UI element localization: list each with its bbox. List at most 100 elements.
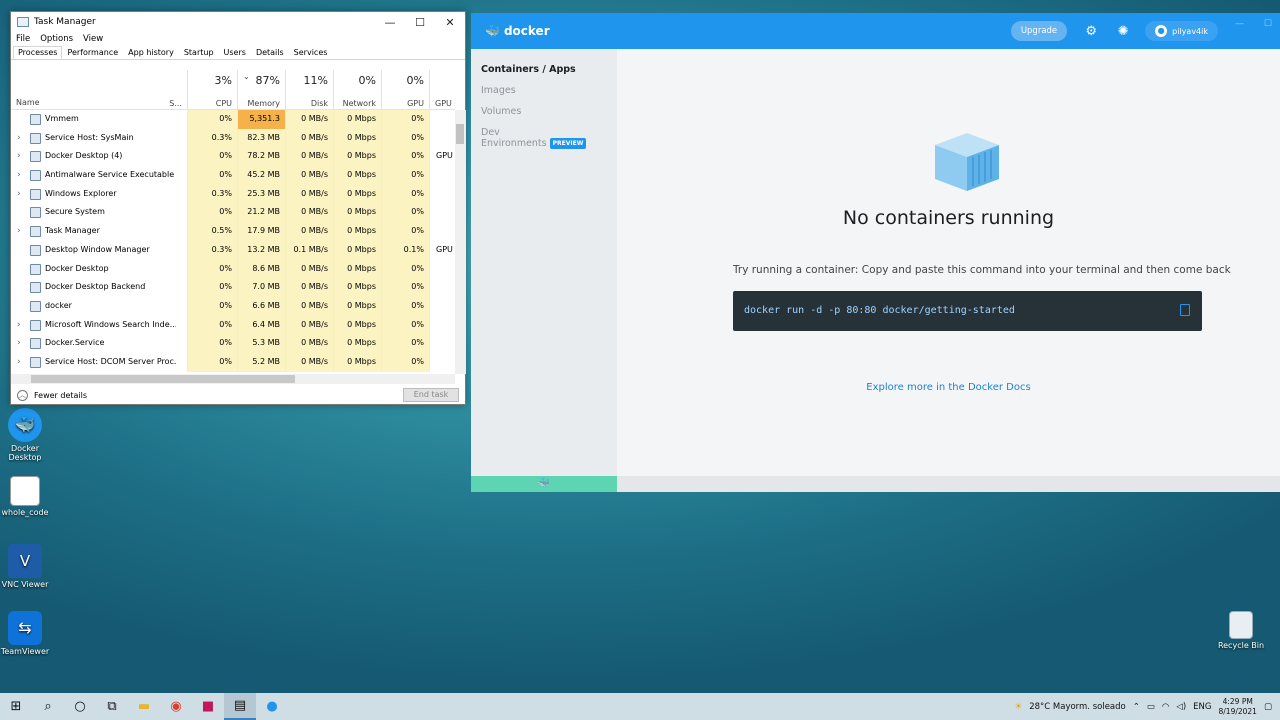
- memory-cell: 45.2 MB: [237, 166, 285, 185]
- gpu-cell: 0%: [381, 128, 429, 148]
- nav-containers-apps[interactable]: Containers / Apps: [471, 59, 617, 80]
- tab-services[interactable]: Services: [289, 46, 333, 59]
- memory-cell: 5.2 MB: [237, 352, 285, 372]
- file-explorer-icon[interactable]: ▬: [128, 693, 160, 720]
- disk-cell: 0 MB/s: [285, 334, 333, 353]
- desktop-icon-whole-code[interactable]: whole_code: [0, 476, 55, 517]
- docker-taskbar-icon[interactable]: ●: [256, 693, 288, 720]
- network-icon[interactable]: ◠: [1162, 702, 1169, 712]
- user-menu[interactable]: ● pilyav4ik: [1145, 21, 1218, 41]
- username: pilyav4ik: [1172, 26, 1208, 36]
- horizontal-scrollbar[interactable]: [11, 374, 455, 384]
- column-network[interactable]: 0% Network: [333, 70, 381, 110]
- tab-performance[interactable]: Performance: [62, 46, 123, 59]
- column-name[interactable]: Name: [16, 98, 40, 107]
- sort-chevron-icon: ⌄: [243, 72, 250, 81]
- docs-link[interactable]: Explore more in the Docker Docs: [617, 382, 1280, 393]
- tab-details[interactable]: Details: [251, 46, 289, 59]
- table-row[interactable]: › Antimalware Service Executable 0% 45.2 MB…: [11, 166, 455, 185]
- table-row[interactable]: › Microsoft Windows Search Inde... 0% 6.4 M…: [11, 315, 455, 335]
- table-row[interactable]: Vmmem0%5,351.3 MB0 MB/s0 Mbps0%: [11, 110, 455, 142]
- nav-images[interactable]: Images: [471, 80, 617, 101]
- windows-start-icon[interactable]: ⊞: [0, 693, 32, 720]
- nav-dev-environments[interactable]: Dev Environments PREVIEW: [471, 122, 617, 154]
- table-row[interactable]: Secure System 0% 21.2 MB 0 MB/s 0 Mbps 0%: [11, 203, 455, 223]
- table-row[interactable]: docker 0% 6.6 MB 0 MB/s 0 Mbps 0%: [11, 296, 455, 316]
- menu-file[interactable]: File: [16, 34, 30, 44]
- menu-view[interactable]: View: [83, 34, 103, 44]
- notifications-icon[interactable]: ▢: [1264, 702, 1272, 712]
- table-row[interactable]: Desktop Window Manager 0.3% 13.2 MB 0.1 MB/…: [11, 240, 455, 260]
- table-row[interactable]: › Service Host: DCOM Server Proc... 0% 5.2 …: [11, 352, 455, 372]
- empty-state-title: No containers running: [842, 207, 1055, 229]
- taskbar: ⊞ ⌕ ○ ⧉ ▬ ◉ ■ ▤ ● ☀ 28°C Mayorm. soleado…: [0, 693, 1280, 720]
- chevron-up-icon[interactable]: ⌃: [1133, 702, 1140, 712]
- table-row[interactable]: › Docker.Service 0% 5.3 MB 0 MB/s 0 Mbps 0%: [11, 334, 455, 353]
- vertical-scrollbar[interactable]: [455, 110, 466, 374]
- language-indicator[interactable]: ENG: [1193, 702, 1211, 712]
- task-manager-footer: ︿ Fewer details End task: [11, 384, 465, 406]
- docker-horizontal-scrollbar[interactable]: [617, 476, 1280, 492]
- containers-empty-state: No containers running Try running a cont…: [617, 49, 1280, 476]
- chevron-up-icon[interactable]: ︿: [17, 389, 28, 401]
- table-row[interactable]: › Service Host: SysMain 0.3% 82.3 MB 0 MB/s 0…: [11, 128, 455, 148]
- fewer-details-link[interactable]: Fewer details: [34, 391, 87, 400]
- table-row[interactable]: › Docker Desktop (4) 0% 78.2 MB 0 MB/s 0 Mbps…: [11, 147, 455, 167]
- search-icon[interactable]: ⌕: [32, 693, 64, 720]
- battery-icon[interactable]: ▭: [1147, 702, 1155, 712]
- end-task-button[interactable]: End task: [403, 388, 459, 402]
- tab-app-history[interactable]: App history: [123, 46, 179, 59]
- memory-cell: 13.2 MB: [237, 240, 285, 260]
- desktop-icon-label: Docker Desktop: [8, 444, 42, 462]
- nav-volumes[interactable]: Volumes: [471, 101, 617, 122]
- column-cpu[interactable]: 3% CPU: [187, 70, 237, 110]
- task-view-icon[interactable]: ⧉: [96, 693, 128, 720]
- upgrade-button[interactable]: Upgrade: [1010, 21, 1068, 41]
- close-button[interactable]: ✕: [435, 16, 465, 29]
- maximize-button[interactable]: ☐: [405, 16, 435, 29]
- chrome-icon[interactable]: ◉: [160, 693, 192, 720]
- bug-icon[interactable]: ✺: [1115, 23, 1131, 39]
- table-row[interactable]: › Task Manager 0.5% 17.9 MB 0 MB/s 0 Mbps 0%: [11, 222, 455, 241]
- desktop-icon-vnc[interactable]: V VNC Viewer: [0, 544, 55, 589]
- minimize-button[interactable]: —: [375, 16, 405, 29]
- menu-options[interactable]: Options: [40, 34, 73, 44]
- process-name: Docker Desktop: [45, 263, 109, 273]
- column-memory[interactable]: ⌄ 87% Memory: [237, 70, 285, 110]
- cpu-cell: 0%: [187, 315, 237, 335]
- process-name: Windows Explorer: [45, 188, 117, 198]
- desktop-icon-recycle-bin[interactable]: Recycle Bin: [1211, 611, 1271, 650]
- maximize-button[interactable]: ☐: [1264, 19, 1272, 29]
- docker-status-bar[interactable]: 🐳: [471, 476, 617, 492]
- tab-users[interactable]: Users: [219, 46, 251, 59]
- weather-text[interactable]: 28°C Mayorm. soleado: [1029, 702, 1126, 712]
- table-row[interactable]: Docker Desktop 0% 8.6 MB 0 MB/s 0 Mbps 0%: [11, 259, 455, 279]
- gpu-cell: 0%: [381, 147, 429, 167]
- intellij-icon[interactable]: ■: [192, 693, 224, 720]
- network-cell: 0 Mbps: [333, 222, 381, 241]
- column-gpu-engine[interactable]: GPU eng: [429, 70, 455, 110]
- scrollbar-thumb[interactable]: [456, 124, 464, 144]
- clock-date: 8/19/2021: [1218, 706, 1257, 716]
- tab-processes[interactable]: Processes: [13, 46, 63, 59]
- table-row[interactable]: › Windows Explorer 0.3% 25.3 MB 0 MB/s 0 Mbps…: [11, 184, 455, 204]
- column-status[interactable]: S...: [169, 70, 187, 110]
- gpu-engine-cell: [429, 352, 455, 372]
- column-disk[interactable]: 11% Disk: [285, 70, 333, 110]
- cortana-icon[interactable]: ○: [64, 693, 96, 720]
- task-manager-taskbar-icon[interactable]: ▤: [224, 693, 256, 720]
- column-gpu[interactable]: 0% GPU: [381, 70, 429, 110]
- tab-startup[interactable]: Startup: [179, 46, 219, 59]
- volume-icon[interactable]: ◁): [1176, 702, 1186, 712]
- desktop-icon-docker[interactable]: 🐳 Docker Desktop: [0, 408, 55, 462]
- command-box[interactable]: docker run -d -p 80:80 docker/getting-st…: [733, 291, 1202, 331]
- docker-desktop-icon: 🐳: [8, 408, 42, 442]
- desktop-icon-teamviewer[interactable]: ⇆ TeamViewer: [0, 611, 55, 656]
- scrollbar-thumb[interactable]: [31, 375, 295, 383]
- memory-cell: 5,351.3 MB: [237, 110, 285, 142]
- minimize-button[interactable]: —: [1235, 19, 1244, 29]
- copy-icon[interactable]: [1180, 304, 1190, 316]
- clock[interactable]: 4:29 PM 8/19/2021: [1219, 697, 1257, 717]
- gear-icon[interactable]: ⚙: [1083, 23, 1099, 39]
- table-row[interactable]: Docker Desktop Backend 0% 7.0 MB 0 MB/s 0 Mb…: [11, 278, 455, 297]
